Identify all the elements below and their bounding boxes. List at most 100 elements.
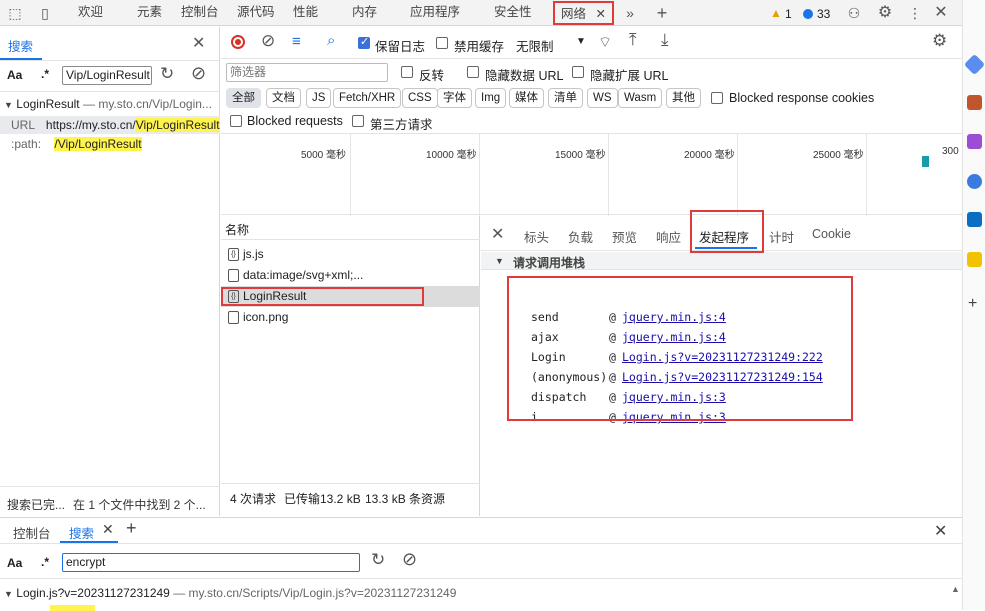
- frame-location-link[interactable]: Login.js?v=20231127231249:154: [622, 370, 823, 384]
- tab-welcome[interactable]: 欢迎: [78, 0, 103, 26]
- blocked-requests-checkbox[interactable]: [230, 115, 242, 127]
- close-icon[interactable]: ✕: [102, 521, 114, 538]
- type-filter-css[interactable]: CSS: [402, 88, 438, 108]
- filter-icon[interactable]: ≡: [292, 33, 301, 50]
- drawer-tab-search[interactable]: 搜索: [69, 523, 94, 542]
- search-result-file[interactable]: ▼ Login.js?v=20231127231249 — my.sto.cn/…: [0, 586, 940, 602]
- search-input[interactable]: encrypt: [62, 553, 360, 572]
- match-case-toggle[interactable]: Aa: [7, 556, 22, 570]
- record-icon[interactable]: [231, 35, 245, 49]
- clear-log-icon[interactable]: ⊘: [261, 31, 275, 51]
- hide-data-url-checkbox[interactable]: [467, 66, 479, 78]
- disable-cache-checkbox[interactable]: [436, 37, 448, 49]
- device-toolbar-icon[interactable]: ▯: [36, 4, 54, 22]
- tab-performance[interactable]: 性能: [293, 0, 318, 26]
- network-overview[interactable]: 5000 毫秒 10000 毫秒 15000 毫秒 20000 毫秒 25000…: [221, 133, 962, 216]
- inspect-element-icon[interactable]: ⬚: [6, 4, 24, 22]
- close-drawer-icon[interactable]: ✕: [934, 521, 947, 541]
- warning-icon[interactable]: ▲: [770, 6, 782, 20]
- refresh-icon[interactable]: ↻: [160, 64, 174, 84]
- frame-location-link[interactable]: jquery.min.js:3: [622, 410, 726, 424]
- frame-location-link[interactable]: jquery.min.js:4: [622, 330, 726, 344]
- name-column-header[interactable]: 名称: [225, 221, 249, 238]
- outlook-icon[interactable]: [967, 212, 982, 227]
- frame-location-link[interactable]: jquery.min.js:4: [622, 310, 726, 324]
- gear-icon[interactable]: ⚙: [876, 4, 894, 22]
- tab-network[interactable]: 网络 ✕: [553, 1, 614, 25]
- games-icon[interactable]: [967, 252, 982, 267]
- regex-toggle[interactable]: .*: [41, 555, 49, 569]
- request-row[interactable]: data:image/svg+xml;...: [221, 265, 480, 286]
- tab-sources[interactable]: 源代码: [237, 0, 275, 26]
- search-panel-tab[interactable]: 搜索: [8, 36, 33, 55]
- type-filter-fetch-xhr[interactable]: Fetch/XHR: [333, 88, 402, 108]
- issue-count[interactable]: 33: [817, 7, 830, 21]
- section-header[interactable]: ▼ 请求调用堆栈: [481, 252, 962, 270]
- gear-icon[interactable]: ⚙: [932, 31, 947, 51]
- tab-payload[interactable]: 负载: [568, 227, 593, 246]
- close-devtools-icon[interactable]: ✕: [932, 4, 950, 22]
- issue-icon[interactable]: [803, 9, 813, 19]
- frame-location-link[interactable]: Login.js?v=20231127231249:222: [622, 350, 823, 364]
- tab-timing[interactable]: 计时: [769, 227, 794, 246]
- match-case-toggle[interactable]: Aa: [7, 68, 22, 82]
- tab-application[interactable]: 应用程序: [410, 0, 460, 26]
- type-filter-font[interactable]: 字体: [437, 88, 472, 108]
- preserve-log-checkbox[interactable]: [358, 35, 370, 49]
- request-row[interactable]: icon.png: [221, 307, 480, 328]
- copilot-icon[interactable]: [963, 53, 985, 76]
- third-party-checkbox[interactable]: [352, 115, 364, 127]
- tools-icon[interactable]: [967, 134, 982, 149]
- tab-preview[interactable]: 预览: [612, 227, 637, 246]
- shopping-icon[interactable]: [967, 95, 982, 110]
- tab-cookies[interactable]: Cookie: [812, 227, 851, 241]
- tab-headers[interactable]: 标头: [524, 227, 549, 246]
- type-filter-manifest[interactable]: 清单: [548, 88, 583, 108]
- blocked-cookies-checkbox[interactable]: [711, 92, 723, 104]
- export-har-icon[interactable]: ⤓: [661, 30, 669, 50]
- more-options-icon[interactable]: ⋮: [906, 4, 924, 22]
- m365-icon[interactable]: [967, 174, 982, 189]
- type-filter-img[interactable]: Img: [475, 88, 507, 108]
- search-match-row[interactable]: URL https://my.sto.cn/Vip/LoginResult: [0, 116, 220, 134]
- refresh-icon[interactable]: ↻: [371, 550, 385, 570]
- add-tab-icon[interactable]: +: [653, 4, 671, 22]
- type-filter-other[interactable]: 其他: [666, 88, 701, 108]
- tab-security[interactable]: 安全性: [494, 0, 532, 26]
- frame-location-link[interactable]: jquery.min.js:3: [622, 390, 726, 404]
- close-icon[interactable]: ✕: [192, 33, 205, 53]
- tab-console[interactable]: 控制台: [181, 0, 219, 26]
- throttle-select[interactable]: 无限制 ▼: [510, 33, 588, 54]
- network-conditions-icon[interactable]: ⌔: [598, 33, 612, 52]
- drawer-tab-console[interactable]: 控制台: [13, 523, 51, 542]
- hide-ext-url-checkbox[interactable]: [572, 66, 584, 78]
- search-icon[interactable]: ⌕: [327, 32, 335, 49]
- tab-elements[interactable]: 元素: [137, 0, 162, 26]
- regex-toggle[interactable]: .*: [41, 67, 49, 81]
- request-row-selected[interactable]: {} LoginResult: [221, 286, 480, 307]
- type-filter-ws[interactable]: WS: [587, 88, 618, 108]
- add-tab-icon[interactable]: +: [126, 518, 137, 539]
- type-filter-doc[interactable]: 文档: [266, 88, 301, 108]
- tab-initiator[interactable]: 发起程序: [699, 227, 749, 246]
- filter-input[interactable]: 筛选器: [226, 63, 388, 82]
- type-filter-all[interactable]: 全部: [226, 88, 261, 108]
- search-input[interactable]: Vip/LoginResult: [62, 66, 152, 85]
- customize-icon[interactable]: ⚇: [845, 4, 863, 22]
- search-result-file[interactable]: ▼ LoginResult — my.sto.cn/Vip/Login...: [0, 97, 220, 115]
- type-filter-media[interactable]: 媒体: [509, 88, 544, 108]
- type-filter-wasm[interactable]: Wasm: [618, 88, 663, 108]
- warning-count[interactable]: 1: [785, 7, 792, 21]
- more-tabs-icon[interactable]: »: [621, 4, 639, 22]
- search-match-row[interactable]: :path: /Vip/LoginResult: [0, 135, 220, 153]
- request-row[interactable]: {} js.js: [221, 244, 480, 265]
- clear-icon[interactable]: ⊘: [402, 549, 417, 570]
- add-sidebar-icon[interactable]: +: [968, 295, 977, 313]
- import-har-icon[interactable]: ⤒: [629, 30, 637, 50]
- clear-icon[interactable]: ⊘: [191, 63, 206, 84]
- tab-memory[interactable]: 内存: [352, 0, 377, 26]
- tab-response[interactable]: 响应: [656, 227, 681, 246]
- close-icon[interactable]: ✕: [596, 7, 606, 21]
- invert-checkbox[interactable]: [401, 66, 413, 78]
- close-icon[interactable]: ✕: [491, 224, 504, 244]
